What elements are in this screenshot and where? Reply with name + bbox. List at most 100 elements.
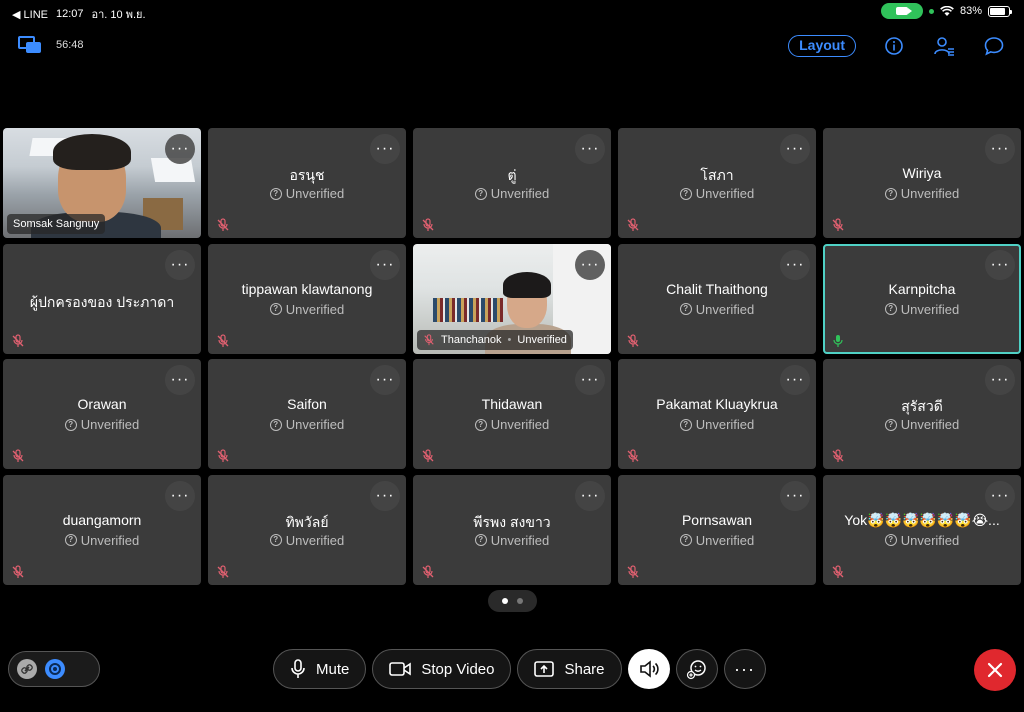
more-options-icon[interactable]: ···	[780, 365, 810, 395]
close-icon	[987, 662, 1003, 678]
participant-tile[interactable]: ··· ทิพวัลย์ ? Unverified	[208, 474, 406, 585]
verification-status: ? Unverified	[618, 302, 816, 317]
participant-tile[interactable]: ··· สุรัสวดี ? Unverified	[823, 359, 1021, 469]
participant-tile-video[interactable]: ··· Somsak Sangnuy	[3, 128, 201, 238]
stop-video-button[interactable]: Stop Video	[372, 649, 512, 689]
question-icon: ?	[679, 418, 692, 431]
question-icon: ?	[269, 187, 282, 200]
link-icon[interactable]	[17, 659, 37, 679]
participant-tile[interactable]: ··· Pakamat Kluaykrua ? Unverified	[618, 359, 816, 469]
participant-name-chip: Thanchanok • Unverified	[417, 329, 573, 350]
muted-mic-icon	[627, 564, 639, 578]
participant-tile-video[interactable]: ··· Thanchanok • Unverified	[413, 243, 611, 354]
more-options-icon[interactable]: ···	[985, 365, 1015, 395]
more-options-icon[interactable]: ···	[780, 134, 810, 164]
status-bar: ◀ LINE 12:07 อา. 10 พ.ย. 83%	[0, 0, 1024, 22]
reactions-button[interactable]	[675, 649, 718, 689]
verification-status: ? Unverified	[618, 417, 816, 432]
participant-tile[interactable]: ··· Pornsawan ? Unverified	[618, 474, 816, 585]
mute-button[interactable]: Mute	[273, 649, 367, 689]
more-options-icon[interactable]: ···	[985, 134, 1015, 164]
participant-tile[interactable]: ··· duangamorn ? Unverified	[3, 474, 201, 585]
chat-icon[interactable]	[982, 34, 1006, 58]
question-icon: ?	[884, 303, 897, 315]
more-options-icon[interactable]: ···	[985, 480, 1015, 511]
participant-tile[interactable]: ··· พีรพง สงขาว ? Unverified	[413, 474, 611, 585]
more-options-icon[interactable]: ···	[780, 480, 810, 511]
question-icon: ?	[64, 418, 77, 431]
more-options-icon[interactable]: ···	[370, 365, 400, 395]
more-options-icon[interactable]: ···	[165, 365, 195, 395]
participant-tile[interactable]: ··· ตู่ ? Unverified	[413, 128, 611, 238]
more-options-icon[interactable]: ···	[575, 134, 605, 164]
question-icon: ?	[269, 418, 282, 431]
muted-mic-icon	[424, 333, 434, 345]
muted-mic-icon	[217, 218, 229, 231]
question-icon: ?	[474, 187, 487, 200]
participant-tile[interactable]: ··· Chalit Thaithong ? Unverified	[618, 243, 816, 354]
view-toggle[interactable]	[8, 651, 100, 687]
more-options-icon[interactable]: ···	[165, 134, 195, 164]
participant-tile[interactable]: ··· ผู้ปกครองของ ประภาดา	[3, 243, 201, 354]
more-options-icon[interactable]: ···	[985, 249, 1015, 280]
microphone-icon	[291, 659, 305, 678]
end-call-button[interactable]	[974, 649, 1016, 691]
muted-mic-icon	[217, 333, 229, 347]
share-button[interactable]: Share	[517, 649, 622, 689]
question-icon: ?	[884, 187, 897, 200]
participant-name: Thidawan	[481, 396, 543, 412]
participant-name: สุรัสวดี	[901, 398, 943, 414]
ellipsis-icon: ···	[734, 658, 755, 679]
switch-screens-icon[interactable]	[18, 36, 42, 54]
participant-name: Orawan	[77, 396, 127, 412]
verification-status: ? Unverified	[413, 417, 611, 432]
more-options-icon[interactable]: ···	[780, 249, 810, 280]
muted-mic-icon	[832, 218, 844, 231]
participant-tile[interactable]: ··· อรนุช ? Unverified	[208, 128, 406, 238]
participant-name: Saifon	[287, 396, 327, 412]
participants-icon[interactable]	[932, 34, 956, 58]
more-options-icon[interactable]: ···	[370, 480, 400, 511]
info-icon[interactable]	[882, 34, 906, 58]
more-options-icon[interactable]: ···	[575, 480, 605, 511]
muted-mic-icon	[217, 564, 229, 578]
more-options-icon[interactable]: ···	[575, 249, 605, 280]
participant-tile[interactable]: ··· Wiriya ? Unverified	[823, 128, 1021, 238]
speaker-button[interactable]	[627, 649, 670, 689]
layout-button[interactable]: Layout	[788, 35, 856, 57]
verification-status: ? Unverified	[208, 186, 406, 201]
back-to-app-link[interactable]: ◀ LINE	[12, 8, 48, 21]
question-icon: ?	[64, 534, 77, 546]
participant-name: ทิพวัลย์	[285, 513, 329, 530]
more-options-icon[interactable]: ···	[370, 249, 400, 280]
more-options-icon[interactable]: ···	[165, 249, 195, 280]
participant-name: Yok🤯🤯🤯🤯🤯🤯😭...	[844, 511, 1000, 528]
more-options-icon[interactable]: ···	[370, 134, 400, 164]
question-icon: ?	[679, 303, 692, 315]
clock: 12:07	[55, 8, 84, 20]
participant-tile[interactable]: ··· Orawan ? Unverified	[3, 359, 201, 469]
verification-status: ? Unverified	[3, 533, 201, 548]
verification-status: ? Unverified	[823, 417, 1021, 432]
page-dot-active[interactable]	[502, 598, 508, 604]
participant-tile[interactable]: ··· Thidawan ? Unverified	[413, 359, 611, 469]
page-indicator[interactable]	[488, 590, 537, 612]
verification-status: ? Unverified	[823, 533, 1021, 548]
security-shield-icon[interactable]	[45, 659, 65, 679]
more-options-icon[interactable]: ···	[575, 365, 605, 395]
muted-mic-icon	[627, 218, 639, 231]
participant-tile[interactable]: ··· Saifon ? Unverified	[208, 359, 406, 469]
participant-tile[interactable]: ··· โสภา ? Unverified	[618, 128, 816, 238]
participant-name: Wiriya	[902, 165, 942, 181]
question-icon: ?	[679, 534, 692, 546]
battery-percent: 83%	[959, 5, 982, 17]
participant-tile-speaking[interactable]: ··· Karnpitcha ? Unverified	[823, 243, 1021, 354]
more-options-icon[interactable]: ···	[165, 480, 195, 511]
participant-name: Karnpitcha	[888, 280, 956, 297]
muted-mic-icon	[422, 564, 434, 578]
participant-tile[interactable]: ··· Yok🤯🤯🤯🤯🤯🤯😭... ? Unverified	[823, 474, 1021, 585]
more-controls-button[interactable]: ···	[723, 649, 766, 689]
participant-tile[interactable]: ··· tippawan klawtanong ? Unverified	[208, 243, 406, 354]
page-dot[interactable]	[517, 598, 523, 604]
verification-status: ? Unverified	[208, 417, 406, 432]
